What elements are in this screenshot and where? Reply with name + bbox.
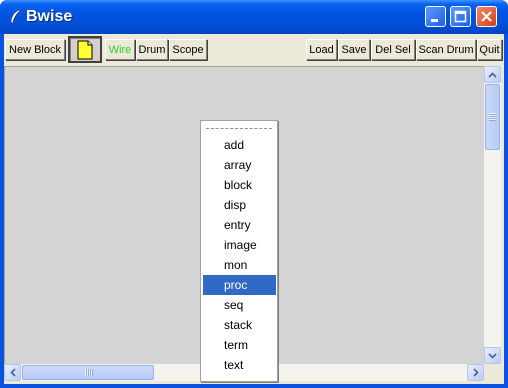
app-window: Bwise New Block Wire Drum Scope Load Sav… xyxy=(0,0,508,388)
delete-selection-button[interactable]: Del Sel xyxy=(371,39,415,60)
menu-item-add[interactable]: add xyxy=(203,135,276,155)
minimize-icon xyxy=(431,19,438,22)
menu-item-disp[interactable]: disp xyxy=(203,195,276,215)
maximize-icon xyxy=(454,10,467,23)
horizontal-scroll-thumb[interactable] xyxy=(22,365,154,380)
toolbar: New Block Wire Drum Scope Load Save Del … xyxy=(4,34,504,65)
scroll-left-button[interactable] xyxy=(4,364,21,381)
close-icon xyxy=(481,11,492,22)
minimize-button[interactable] xyxy=(425,6,446,27)
chevron-down-icon xyxy=(488,352,497,359)
chevron-right-icon xyxy=(472,368,479,377)
client-area: New Block Wire Drum Scope Load Save Del … xyxy=(4,34,504,384)
scroll-down-button[interactable] xyxy=(484,347,501,364)
menu-tearoff[interactable] xyxy=(206,128,272,129)
menu-item-seq[interactable]: seq xyxy=(203,295,276,315)
scroll-grip xyxy=(85,369,93,376)
scrollbar-corner xyxy=(484,364,501,381)
block-type-menu: add array block disp entry image mon pro… xyxy=(200,120,278,382)
menu-item-text[interactable]: text xyxy=(203,355,276,375)
vertical-scrollbar[interactable] xyxy=(484,66,501,364)
menu-item-array[interactable]: array xyxy=(203,155,276,175)
new-block-button[interactable]: New Block xyxy=(5,39,65,60)
close-button[interactable] xyxy=(476,6,497,27)
menu-item-proc[interactable]: proc xyxy=(203,275,276,295)
menu-item-image[interactable]: image xyxy=(203,235,276,255)
scope-button[interactable]: Scope xyxy=(169,39,207,60)
chevron-up-icon xyxy=(488,71,497,78)
save-button[interactable]: Save xyxy=(338,39,370,60)
new-page-icon xyxy=(77,40,93,59)
feather-icon xyxy=(10,9,21,25)
drum-button[interactable]: Drum xyxy=(136,39,168,60)
scroll-grip xyxy=(489,113,496,121)
menu-item-mon[interactable]: mon xyxy=(203,255,276,275)
vertical-scroll-thumb[interactable] xyxy=(485,84,500,150)
scroll-up-button[interactable] xyxy=(484,66,501,83)
menu-item-entry[interactable]: entry xyxy=(203,215,276,235)
menu-item-stack[interactable]: stack xyxy=(203,315,276,335)
menu-item-term[interactable]: term xyxy=(203,335,276,355)
window-title: Bwise xyxy=(26,8,73,25)
chevron-left-icon xyxy=(9,368,16,377)
scan-drum-button[interactable]: Scan Drum xyxy=(416,39,476,60)
quit-button[interactable]: Quit xyxy=(477,39,502,60)
title-bar[interactable]: Bwise xyxy=(0,0,508,34)
scroll-right-button[interactable] xyxy=(467,364,484,381)
load-button[interactable]: Load xyxy=(306,39,337,60)
maximize-button[interactable] xyxy=(450,6,471,27)
menu-item-block[interactable]: block xyxy=(203,175,276,195)
new-page-button[interactable] xyxy=(68,36,102,63)
wire-button[interactable]: Wire xyxy=(105,39,135,60)
